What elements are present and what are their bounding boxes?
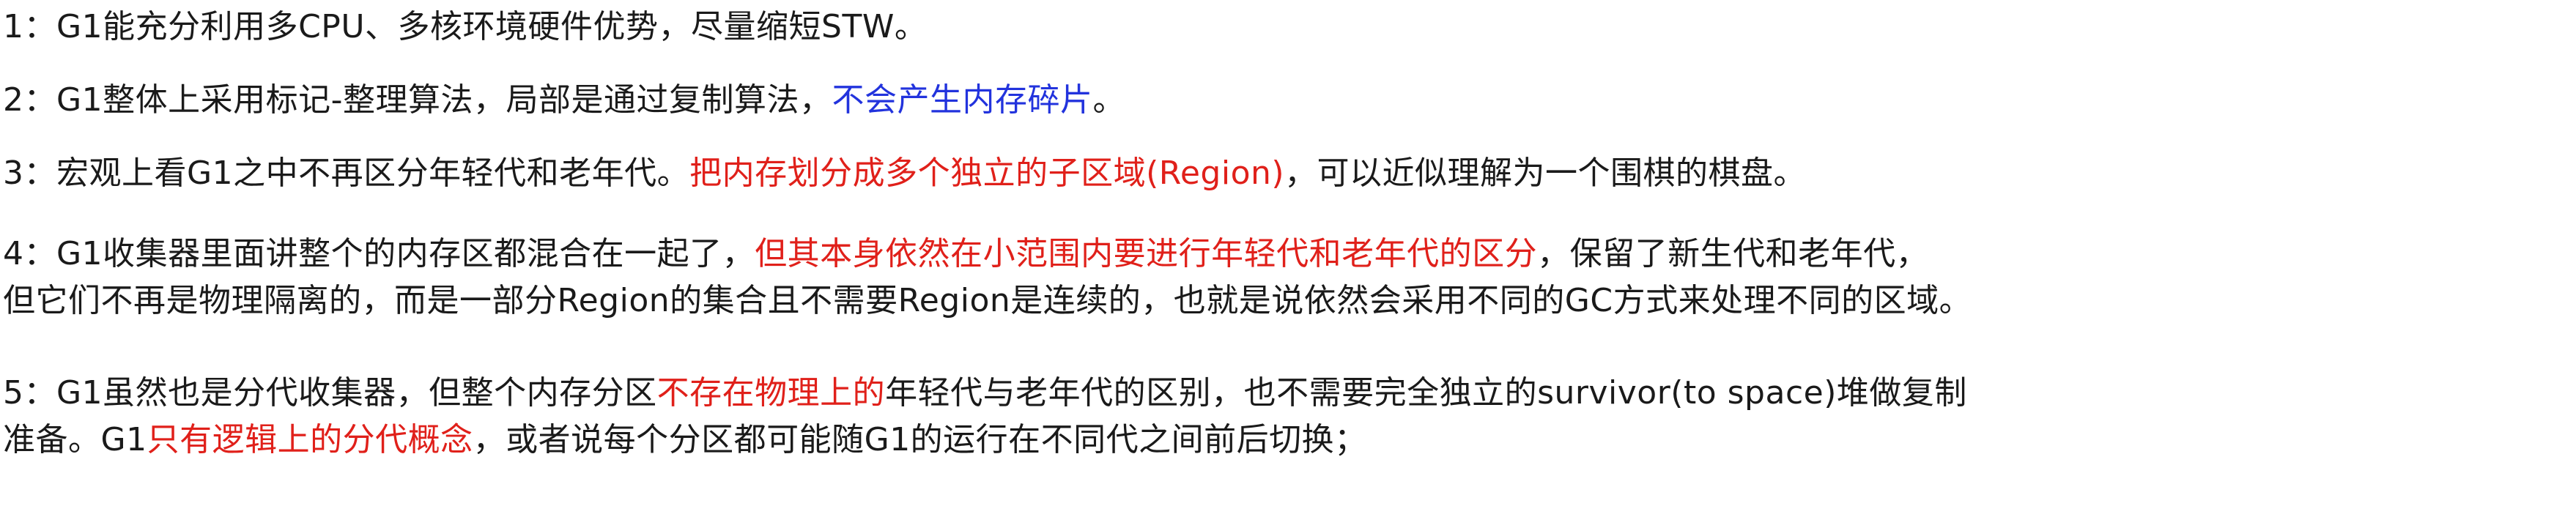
- highlight-red-segment: 不存在物理上的: [656, 374, 886, 412]
- point-1-line-1: 1：G1能充分利用多CPU、多核环境硬件优势，尽量缩短STW。: [3, 6, 2567, 53]
- point-2-line-1: 2：G1整体上采用标记-整理算法，局部是通过复制算法，不会产生内存碎片。: [3, 79, 2567, 126]
- text-segment: 准备。G1: [3, 421, 147, 458]
- text-segment: ，保留了新生代和老年代，: [1537, 235, 1929, 272]
- text-segment: 。: [1092, 81, 1125, 119]
- text-segment: 2：G1整体上采用标记-整理算法，局部是通过复制算法，: [3, 81, 832, 119]
- text-segment: 1：G1能充分利用多CPU、多核环境硬件优势，尽量缩短STW。: [3, 8, 928, 45]
- point-4-line-2: 但它们不再是物理隔离的，而是一部分Region的集合且不需要Region是连续的…: [3, 280, 2567, 327]
- text-segment: 3：宏观上看G1之中不再区分年轻代和老年代。: [3, 155, 690, 192]
- text-segment: ，或者说每个分区都可能随G1的运行在不同代之间前后切换；: [473, 421, 1367, 458]
- point-5-line-2: 准备。G1只有逻辑上的分代概念，或者说每个分区都可能随G1的运行在不同代之间前后…: [3, 419, 2567, 466]
- text-segment: 年轻代与老年代的区别，也不需要完全独立的survivor(to space)堆做…: [885, 374, 1967, 412]
- point-3: 3：宏观上看G1之中不再区分年轻代和老年代。把内存划分成多个独立的子区域(Reg…: [3, 152, 2567, 199]
- g1-notes-document: 1：G1能充分利用多CPU、多核环境硬件优势，尽量缩短STW。 2：G1整体上采…: [0, 0, 2576, 506]
- point-1: 1：G1能充分利用多CPU、多核环境硬件优势，尽量缩短STW。: [3, 6, 2567, 53]
- highlight-red-segment: 只有逻辑上的分代概念: [147, 421, 473, 458]
- text-segment: 5：G1虽然也是分代收集器，但整个内存分区: [3, 374, 657, 412]
- point-3-line-1: 3：宏观上看G1之中不再区分年轻代和老年代。把内存划分成多个独立的子区域(Reg…: [3, 152, 2567, 199]
- text-segment: 但它们不再是物理隔离的，而是一部分Region的集合且不需要Region是连续的…: [3, 282, 1972, 319]
- point-4: 4：G1收集器里面讲整个的内存区都混合在一起了，但其本身依然在小范围内要进行年轻…: [3, 233, 2567, 327]
- text-segment: ，可以近似理解为一个围棋的棋盘。: [1284, 155, 1807, 192]
- highlight-red-segment: 但其本身依然在小范围内要进行年轻代和老年代的区分: [755, 235, 1538, 272]
- point-5-line-1: 5：G1虽然也是分代收集器，但整个内存分区不存在物理上的年轻代与老年代的区别，也…: [3, 372, 2567, 419]
- highlight-red-segment: 把内存划分成多个独立的子区域(Region): [689, 155, 1285, 192]
- point-4-line-1: 4：G1收集器里面讲整个的内存区都混合在一起了，但其本身依然在小范围内要进行年轻…: [3, 233, 2567, 280]
- highlight-blue-segment: 不会产生内存碎片: [832, 81, 1093, 119]
- text-segment: 4：G1收集器里面讲整个的内存区都混合在一起了，: [3, 235, 755, 272]
- point-2: 2：G1整体上采用标记-整理算法，局部是通过复制算法，不会产生内存碎片。: [3, 79, 2567, 126]
- point-5: 5：G1虽然也是分代收集器，但整个内存分区不存在物理上的年轻代与老年代的区别，也…: [3, 372, 2567, 466]
